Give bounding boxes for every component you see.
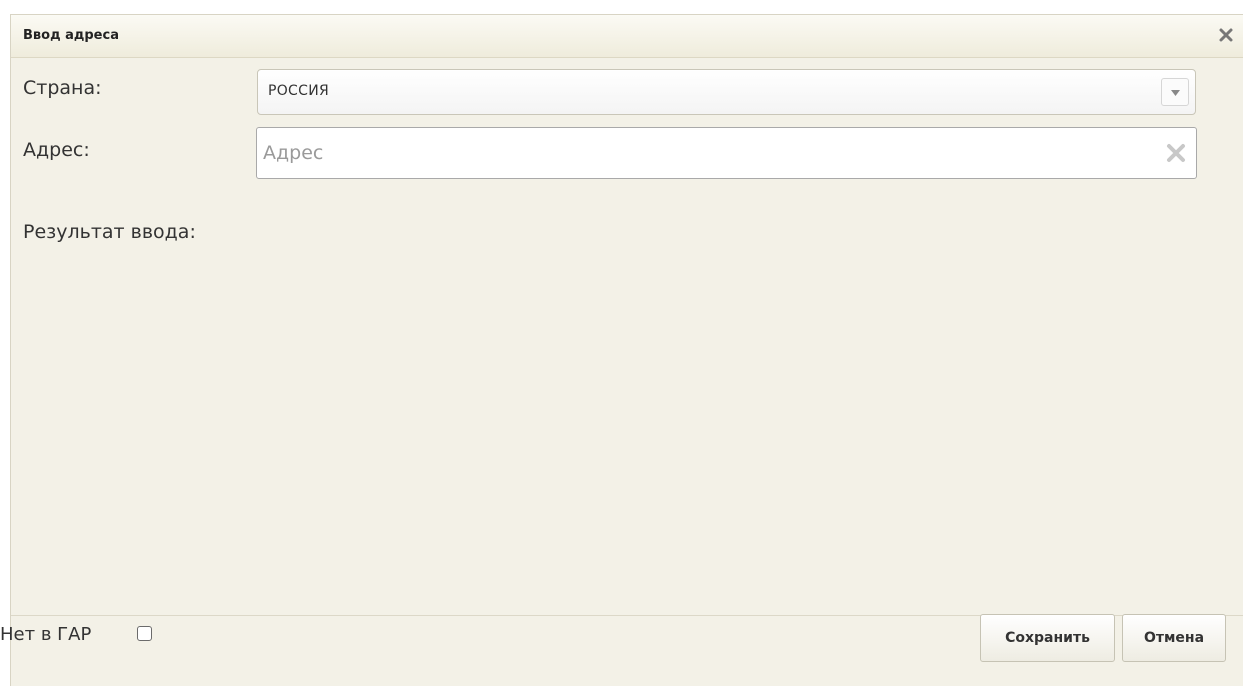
not-in-gar-checkbox[interactable] [137,626,152,641]
chevron-down-icon [1171,90,1180,96]
address-field[interactable] [256,127,1197,179]
close-icon[interactable] [1217,26,1235,44]
result-label: Результат ввода: [23,221,196,243]
cancel-button[interactable]: Отмена [1122,614,1226,662]
country-select[interactable]: РОССИЯ [257,69,1196,115]
dialog-title: Ввод адреса [23,28,119,43]
address-label: Адрес: [23,139,90,161]
address-input[interactable] [257,128,1137,178]
dropdown-arrow-button[interactable] [1161,78,1189,106]
dialog-titlebar[interactable]: Ввод адреса [11,15,1243,58]
not-in-gar-label: Нет в ГАР [0,624,92,645]
country-select-value: РОССИЯ [268,83,330,99]
clear-icon[interactable] [1166,143,1186,163]
country-label: Страна: [23,77,102,99]
save-button[interactable]: Сохранить [980,614,1115,662]
address-entry-dialog: Ввод адреса Страна: РОССИЯ Адрес: Резуль… [10,14,1243,686]
